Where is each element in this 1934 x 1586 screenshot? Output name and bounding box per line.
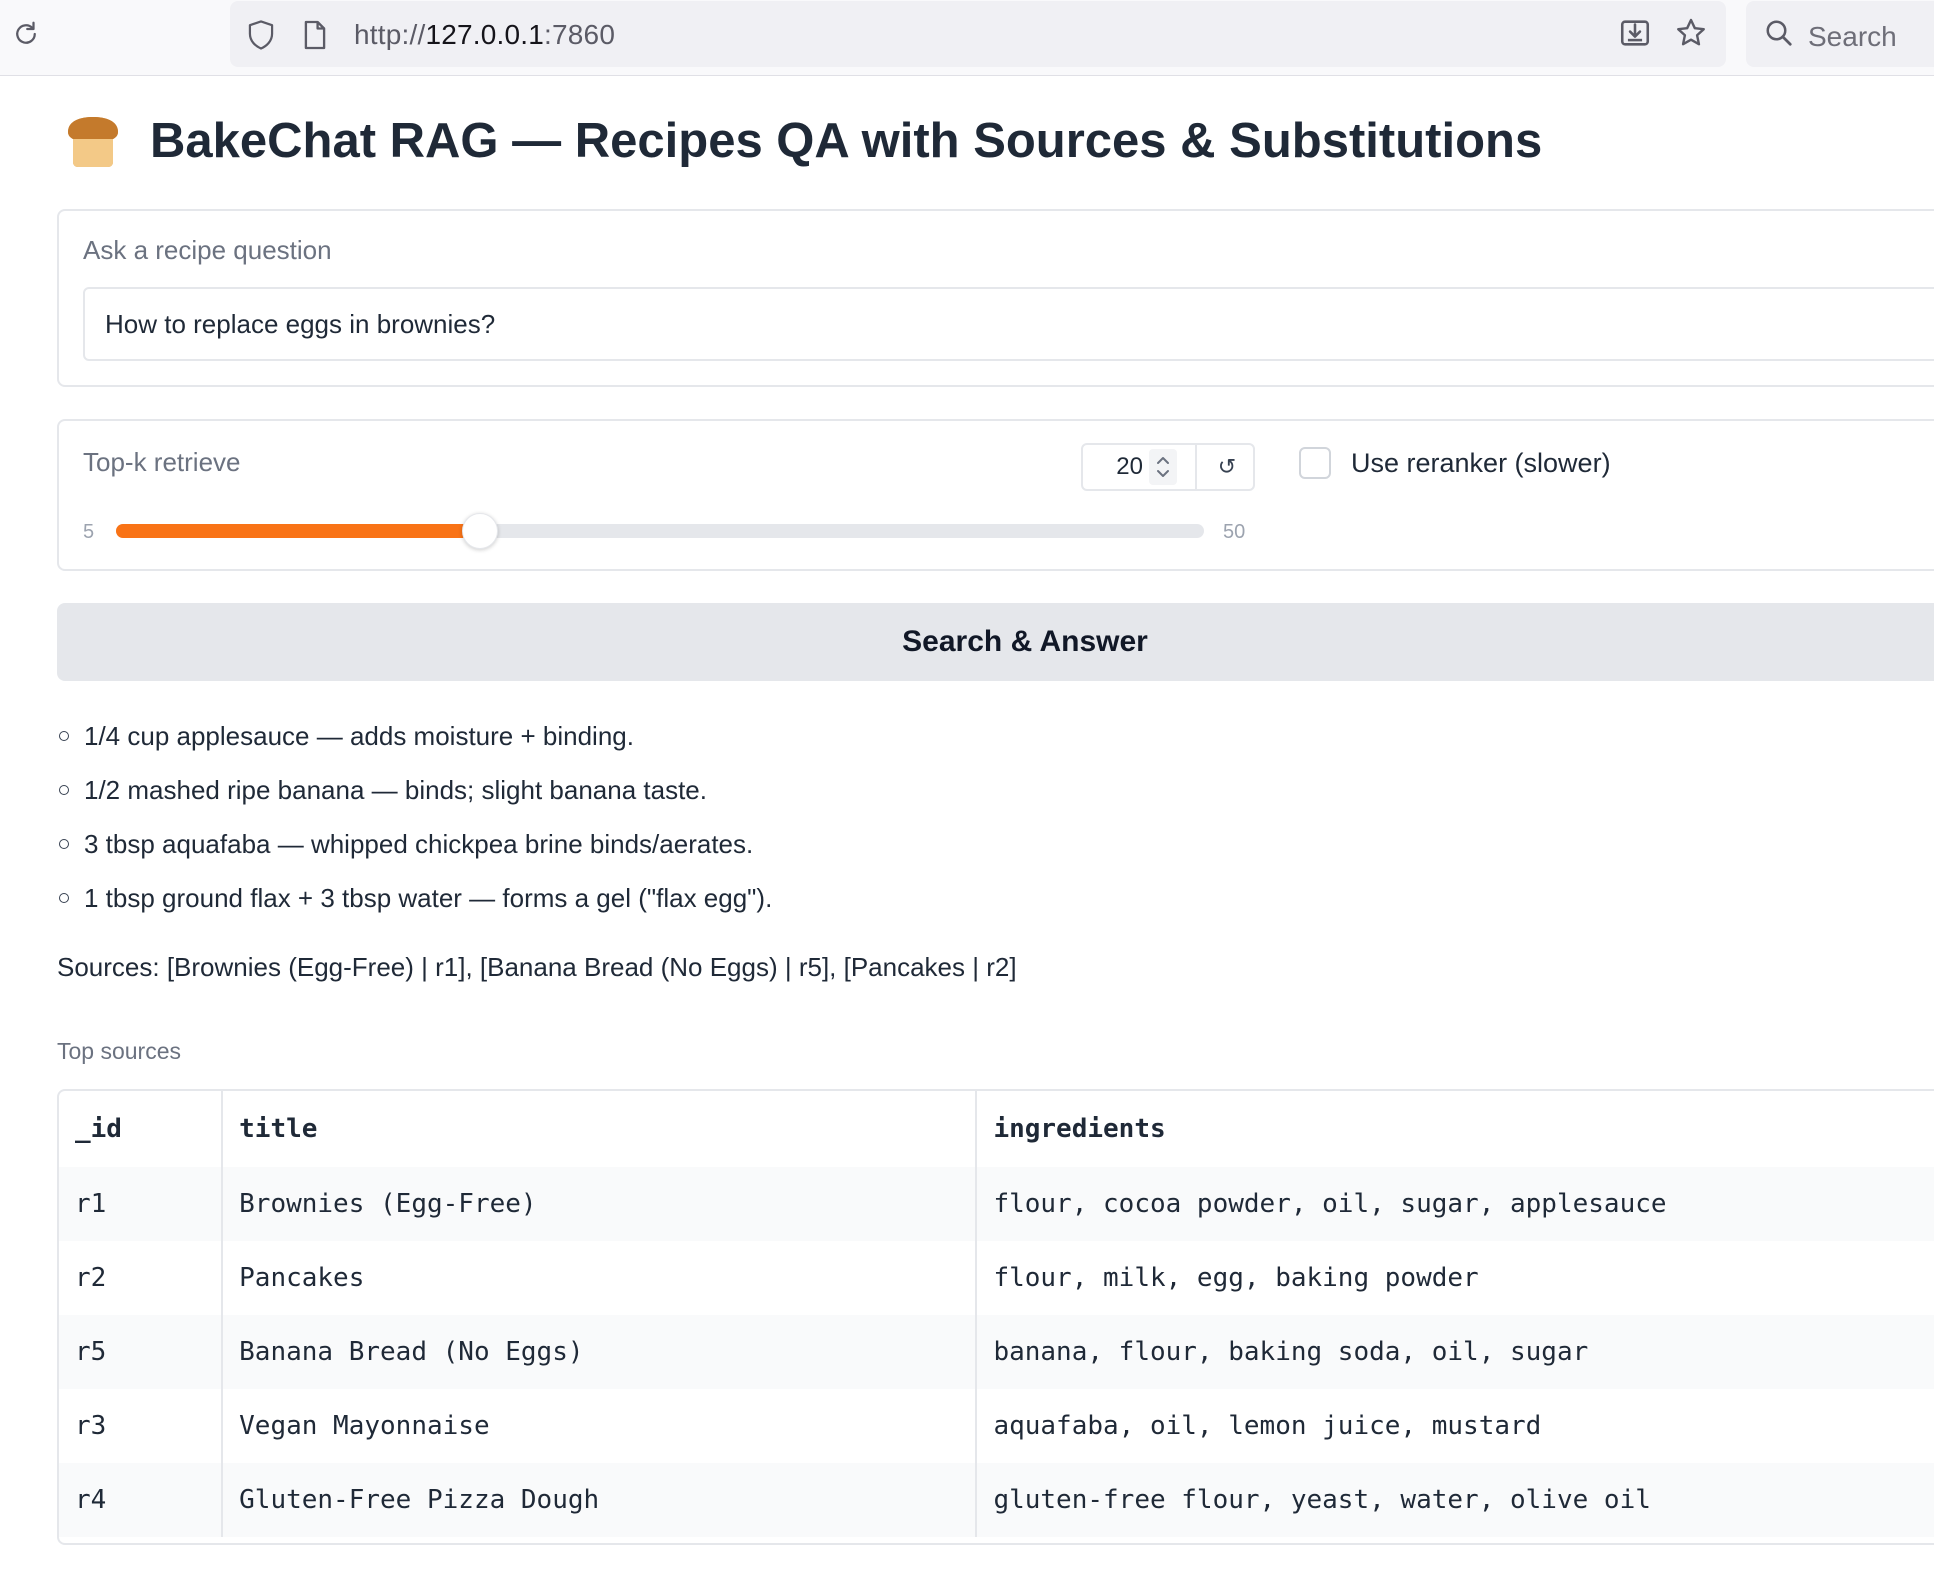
shield-icon[interactable]	[246, 19, 276, 56]
table-cell[interactable]: aquafaba, oil, lemon juice, mustard	[976, 1389, 1934, 1463]
question-panel: Ask a recipe question	[57, 209, 1934, 387]
column-header-id[interactable]: _id	[59, 1091, 224, 1167]
slider-max-label: 50	[1223, 521, 1246, 543]
table-cell[interactable]: flour, cocoa powder, oil, sugar, applesa…	[976, 1167, 1934, 1241]
sources-citation: Sources: [Brownies (Egg-Free) | r1], [Ba…	[57, 952, 1017, 982]
spinner-arrows-icon[interactable]	[1149, 449, 1177, 485]
bullet-icon	[59, 839, 69, 849]
table-cell[interactable]: Gluten-Free Pizza Dough	[222, 1463, 978, 1537]
reset-icon[interactable]: ↺	[1207, 451, 1247, 483]
table-cell[interactable]: Banana Bread (No Eggs)	[222, 1315, 978, 1389]
table-row: r1 Brownies (Egg-Free) flour, cocoa powd…	[59, 1167, 1934, 1241]
url-bar[interactable]: http://127.0.0.1:7860	[230, 1, 1726, 67]
table-cell[interactable]: Brownies (Egg-Free)	[222, 1167, 978, 1241]
answer-item-text: 1/4 cup applesauce — adds moisture + bin…	[84, 721, 634, 751]
top-sources-table: _id title ingredients r1 Brownies (Egg-F…	[57, 1089, 1934, 1545]
reranker-checkbox[interactable]	[1299, 447, 1331, 479]
table-cell[interactable]: r1	[59, 1167, 224, 1241]
topk-slider[interactable]	[116, 513, 1204, 549]
top-sources-label: Top sources	[57, 1038, 182, 1064]
page-title: BakeChat RAG — Recipes QA with Sources &…	[62, 112, 1542, 170]
reload-icon[interactable]	[8, 16, 44, 52]
answer-item: 1/2 mashed ripe banana — binds; slight b…	[57, 770, 1934, 824]
slider-thumb[interactable]	[462, 513, 498, 549]
table-cell[interactable]: Vegan Mayonnaise	[222, 1389, 978, 1463]
topk-label: Top-k retrieve	[83, 447, 241, 477]
retrieval-settings-panel: Top-k retrieve 20 ↺ 5 50 Use reranker (s…	[57, 419, 1934, 571]
search-icon	[1764, 18, 1794, 53]
answer-list: 1/4 cup applesauce — adds moisture + bin…	[57, 716, 1934, 932]
url-host: 127.0.0.1	[425, 19, 545, 50]
answer-item: 1 tbsp ground flax + 3 tbsp water — form…	[57, 878, 1934, 932]
reranker-label: Use reranker (slower)	[1351, 447, 1611, 478]
column-header-ingredients[interactable]: ingredients	[976, 1091, 1934, 1167]
page-title-text: BakeChat RAG — Recipes QA with Sources &…	[150, 114, 1543, 168]
sources-table: _id title ingredients r1 Brownies (Egg-F…	[59, 1091, 1934, 1537]
download-icon[interactable]	[1618, 16, 1652, 55]
table-row: r5 Banana Bread (No Eggs) banana, flour,…	[59, 1315, 1934, 1389]
divider	[1195, 445, 1197, 489]
table-row: r3 Vegan Mayonnaise aquafaba, oil, lemon…	[59, 1389, 1934, 1463]
url-scheme: http://	[354, 19, 426, 50]
table-cell[interactable]: r3	[59, 1389, 224, 1463]
page-icon	[302, 19, 328, 56]
slider-min-label: 5	[83, 521, 95, 543]
table-cell[interactable]: r2	[59, 1241, 224, 1315]
topk-value[interactable]: 20	[1083, 453, 1149, 481]
slider-fill	[116, 524, 479, 538]
column-header-title[interactable]: title	[222, 1091, 978, 1167]
bullet-icon	[59, 893, 69, 903]
browser-toolbar: http://127.0.0.1:7860 Search	[0, 0, 1934, 76]
table-cell[interactable]: flour, milk, egg, baking powder	[976, 1241, 1934, 1315]
answer-item-text: 1 tbsp ground flax + 3 tbsp water — form…	[84, 883, 773, 913]
bread-loaf-icon	[68, 117, 118, 167]
bullet-icon	[59, 785, 69, 795]
search-answer-button[interactable]: Search & Answer	[57, 603, 1934, 681]
table-cell[interactable]: r5	[59, 1315, 224, 1389]
answer-item-text: 1/2 mashed ripe banana — binds; slight b…	[84, 775, 707, 805]
question-label: Ask a recipe question	[83, 235, 332, 265]
question-input[interactable]	[83, 287, 1934, 361]
answer-item-text: 3 tbsp aquafaba — whipped chickpea brine…	[84, 829, 754, 859]
browser-search-box[interactable]: Search	[1746, 1, 1934, 67]
topk-number-input[interactable]: 20 ↺	[1081, 443, 1255, 491]
table-cell[interactable]: r4	[59, 1463, 224, 1537]
table-cell[interactable]: Pancakes	[222, 1241, 978, 1315]
url-port: :7860	[544, 19, 616, 50]
table-row: r2 Pancakes flour, milk, egg, baking pow…	[59, 1241, 1934, 1315]
bookmark-star-icon[interactable]	[1674, 16, 1708, 55]
search-placeholder: Search	[1808, 21, 1897, 52]
table-row: r4 Gluten-Free Pizza Dough gluten-free f…	[59, 1463, 1934, 1537]
search-answer-label: Search & Answer	[902, 625, 1148, 658]
answer-output: 1/4 cup applesauce — adds moisture + bin…	[57, 716, 1934, 932]
table-cell[interactable]: gluten-free flour, yeast, water, olive o…	[976, 1463, 1934, 1537]
url-text[interactable]: http://127.0.0.1:7860	[354, 19, 615, 51]
answer-item: 3 tbsp aquafaba — whipped chickpea brine…	[57, 824, 1934, 878]
table-cell[interactable]: banana, flour, baking soda, oil, sugar	[976, 1315, 1934, 1389]
table-header-row: _id title ingredients	[59, 1091, 1934, 1167]
bullet-icon	[59, 731, 69, 741]
answer-item: 1/4 cup applesauce — adds moisture + bin…	[57, 716, 1934, 770]
reranker-option[interactable]: Use reranker (slower)	[1299, 447, 1611, 479]
